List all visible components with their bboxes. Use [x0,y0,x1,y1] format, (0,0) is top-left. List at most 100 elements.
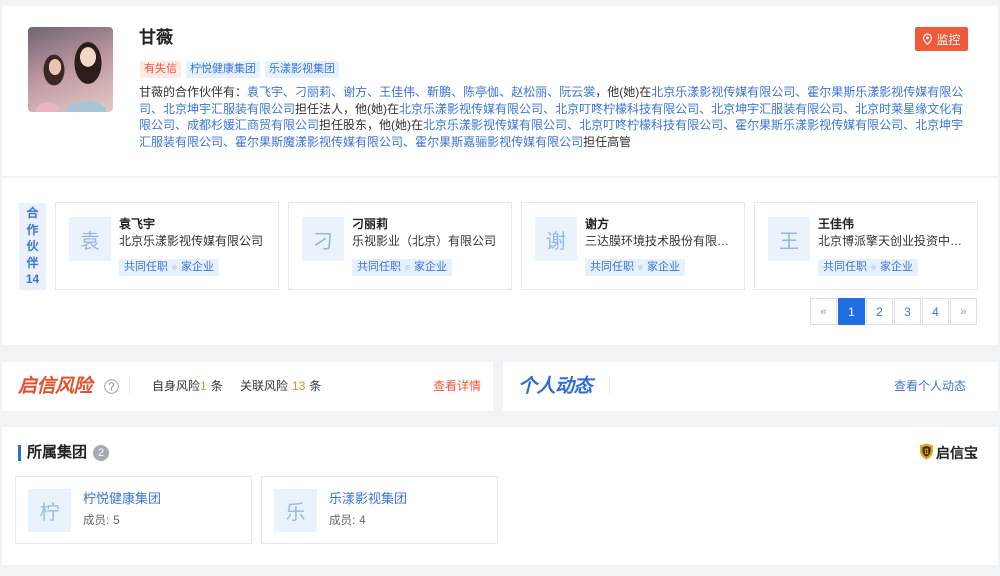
partner-name[interactable]: 谢方 [585,216,609,232]
groups-count-badge: 2 [93,445,109,461]
monitor-button[interactable]: 监控 [915,27,968,51]
group-members-count: 4 [359,515,366,527]
risk-title: 启信风险 [18,376,93,397]
group-card[interactable]: 柠 柠悦健康集团 成员: 5 [15,476,252,544]
description-separator: 、 [415,85,428,99]
partner-company[interactable]: 三达膜环境技术股份有限公司 [585,233,735,249]
self-risk[interactable]: 自身风险 1 条 [152,378,223,395]
profile-card: 甘薇 有失信 柠悦健康集团 乐漾影视集团 监控 甘薇的合作伙伴有：袁飞宇、刁丽莉… [2,6,998,176]
self-risk-unit: 条 [210,379,223,393]
partner-card[interactable]: 王 王佳伟 北京博派擎天创业投资中心... 共同任职 家企业 [754,202,978,290]
dynamics-title: 个人动态 [518,376,593,397]
tag-group-ningyue[interactable]: 柠悦健康集团 [186,61,260,78]
related-risk[interactable]: 关联风险 13 条 [240,378,321,395]
tag-dot [405,265,410,270]
description-link[interactable]: 陈亭伽 [463,85,499,99]
description-separator: 、 [403,134,416,149]
partner-card[interactable]: 袁 袁飞宇 北京乐漾影视传媒有限公司 共同任职 家企业 [55,202,279,290]
description-link[interactable]: 靳鹏 [427,85,451,99]
partner-tag-joint: 共同任职 [590,261,634,273]
description-link[interactable]: 北京叮咚柠檬科技有限公司 [579,118,723,132]
partner-tag-joint: 共同任职 [357,261,401,273]
partner-name[interactable]: 袁飞宇 [119,216,155,232]
group-avatar: 乐 [274,489,317,532]
partners-section: 合作伙伴 14 袁 袁飞宇 北京乐漾影视传媒有限公司 共同任职 家企业 刁 刁丽… [2,178,998,345]
description-separator: 、 [843,101,856,116]
description-link[interactable]: 霍尔果斯魔漾影视传媒有限公司 [235,135,403,149]
description-link[interactable]: 阮云裳 [559,85,595,99]
pagination-page[interactable]: 3 [894,298,921,325]
description-text: 担任法人，他(她)在 [295,101,400,116]
brand-logo: 启信宝 [919,442,978,464]
description-text: 担任股东，他(她)在 [319,118,424,133]
related-risk-unit: 条 [309,379,322,393]
self-risk-label: 自身风险 [152,379,201,393]
pagination-page[interactable]: 4 [922,298,949,325]
description-text: 甘薇的合作伙伴有： [139,85,248,99]
pagination-page[interactable]: 2 [866,298,893,325]
group-name[interactable]: 乐漾影视集团 [329,489,407,509]
self-risk-count: 1 [200,379,207,393]
description-link[interactable]: 北京坤宇汇服装有限公司 [711,102,843,116]
help-icon[interactable] [104,379,119,394]
description-link[interactable]: 霍尔果斯嘉骊影视传媒有限公司 [415,135,583,149]
partner-tag-firms: 家企业 [181,261,214,273]
description-link[interactable]: 北京叮咚柠檬科技有限公司 [555,102,699,116]
description-separator: 、 [331,85,344,99]
partner-tag: 共同任职 家企业 [119,259,219,276]
description-link[interactable]: 北京乐漾影视传媒有限公司 [423,118,567,132]
tag-dot [638,265,643,270]
partner-company[interactable]: 北京乐漾影视传媒有限公司 [119,233,269,249]
partner-company[interactable]: 乐视影业（北京）有限公司 [352,233,502,249]
group-card[interactable]: 乐 乐漾影视集团 成员: 4 [261,476,498,544]
tag-dishonest[interactable]: 有失信 [140,61,181,78]
tag-group-leyang[interactable]: 乐漾影视集团 [265,61,339,78]
description-link[interactable]: 赵松丽 [511,85,547,99]
groups-section: 所属集团 2 启信宝 柠 柠悦健康集团 成员: 5 乐 乐漾影视集团 成员: 4 [2,427,998,565]
group-avatar: 柠 [28,489,71,532]
partner-tag: 共同任职 家企业 [818,259,918,276]
partner-card[interactable]: 谢 谢方 三达膜环境技术股份有限公司 共同任职 家企业 [521,202,745,290]
pagination-prev[interactable]: « [810,298,837,325]
pagination-page[interactable]: 1 [838,298,865,325]
description-link[interactable]: 袁飞宇 [247,85,283,99]
partner-name[interactable]: 王佳伟 [818,216,854,232]
description-separator: 、 [283,85,296,99]
location-pin-icon [922,33,933,45]
group-name[interactable]: 柠悦健康集团 [83,489,161,509]
shield-logo-icon [919,443,934,463]
description-link[interactable]: 成都杉媛汇商贸有限公司 [187,118,319,132]
view-details-link[interactable]: 查看详情 [433,378,481,395]
pagination: « 1 2 3 4 » [810,298,977,325]
partner-avatar: 谢 [535,217,577,261]
description-link[interactable]: 北京乐漾影视传媒有限公司 [651,85,795,99]
description-link[interactable]: 北京坤宇汇服装有限公司 [163,102,295,116]
description-separator: 、 [543,101,556,116]
profile-tags: 有失信 柠悦健康集团 乐漾影视集团 [140,61,344,78]
partner-company[interactable]: 北京博派擎天创业投资中心... [818,233,968,249]
partner-name[interactable]: 刁丽莉 [352,216,388,232]
section-accent-bar [18,445,21,461]
partner-tag-firms: 家企业 [880,261,913,273]
partner-tag: 共同任职 家企业 [352,259,452,276]
description-link[interactable]: 刁丽莉 [295,85,331,99]
pagination-next[interactable]: » [950,298,977,325]
description-link[interactable]: 王佳伟 [379,85,415,99]
partner-card[interactable]: 刁 刁丽莉 乐视影业（北京）有限公司 共同任职 家企业 [288,202,512,290]
group-members-label: 成员: [329,515,356,527]
profile-description: 甘薇的合作伙伴有：袁飞宇、刁丽莉、谢方、王佳伟、靳鹏、陈亭伽、赵松丽、阮云裳，他… [139,84,973,150]
groups-title: 所属集团 [27,444,88,461]
description-link[interactable]: 北京乐漾影视传媒有限公司 [399,102,543,116]
partner-avatar: 刁 [302,217,344,261]
partner-tag-joint: 共同任职 [124,261,168,273]
avatar-photo [28,27,113,112]
description-separator: 、 [795,85,808,99]
person-name: 甘薇 [139,28,173,47]
description-link[interactable]: 霍尔果斯乐漾影视传媒有限公司 [735,118,903,132]
group-members: 成员: 4 [329,512,366,530]
partner-avatar: 王 [768,217,810,261]
view-dynamics-link[interactable]: 查看个人动态 [894,378,966,395]
partner-avatar: 袁 [69,217,111,261]
description-separator: 、 [903,118,916,133]
description-link[interactable]: 谢方 [343,85,367,99]
